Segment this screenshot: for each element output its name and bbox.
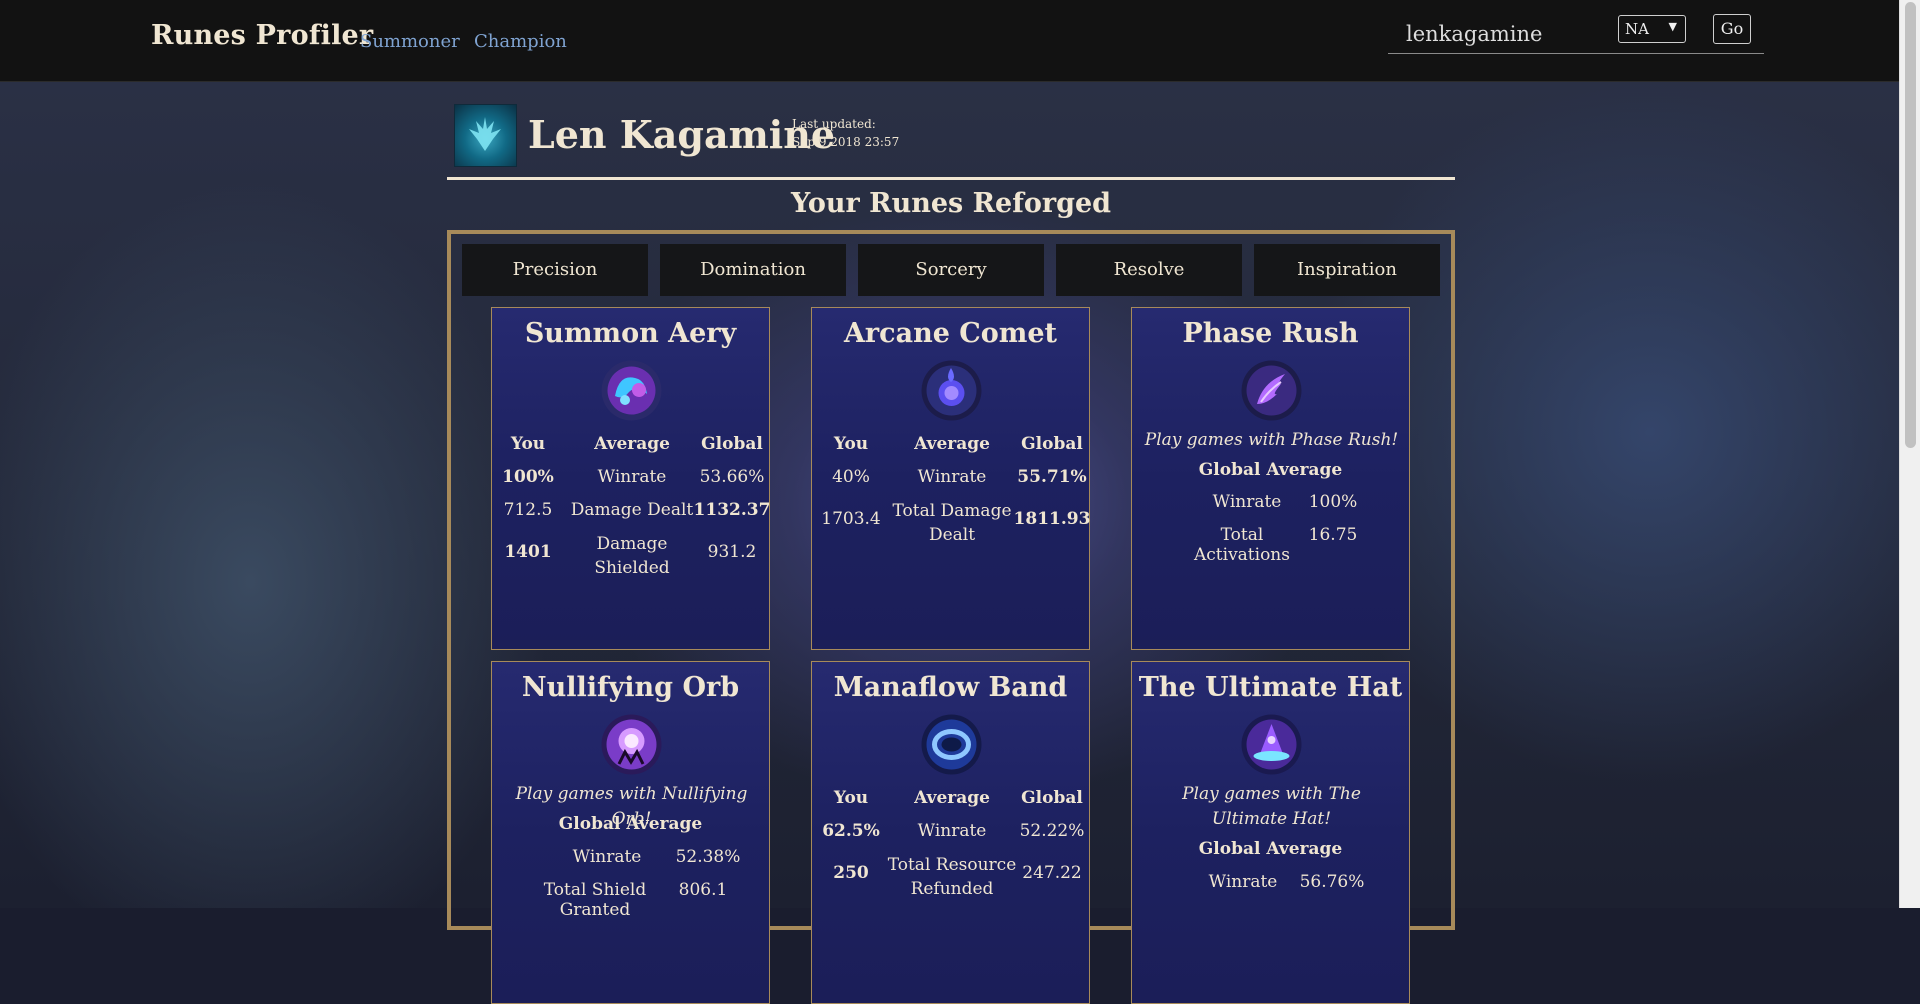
nullifying-orb-icon <box>601 714 662 775</box>
header-global: Global <box>701 434 763 454</box>
nav-link-summoner[interactable]: Summoner <box>360 31 460 52</box>
stat-global: 1811.93 <box>1013 509 1091 529</box>
rune-card-manaflow-band[interactable]: Manaflow Band You Average Global 62.5% W… <box>811 661 1090 1004</box>
stat-label: Winrate <box>917 467 987 487</box>
stat-label: Damage Dealt <box>570 500 694 520</box>
rune-card-title: Nullifying Orb <box>521 672 740 703</box>
stat-global: 52.22% <box>1019 821 1085 841</box>
summoner-search-input[interactable] <box>1388 14 1628 54</box>
avg-stat-label: Winrate <box>1212 492 1282 512</box>
stat-global: 53.66% <box>699 467 765 487</box>
summoner-avatar <box>454 104 517 167</box>
header-average: Average <box>594 434 670 454</box>
manaflow-band-icon <box>921 714 982 775</box>
stat-you: 1703.4 <box>821 509 881 529</box>
tab-domination[interactable]: Domination <box>660 244 846 296</box>
avg-stat-value: 16.75 <box>1308 525 1358 545</box>
stat-global: 1132.37 <box>693 500 771 520</box>
rune-card-title: Arcane Comet <box>843 318 1058 349</box>
stat-label: Winrate <box>597 467 667 487</box>
stat-you: 712.5 <box>503 500 553 520</box>
rune-card-ultimate-hat[interactable]: The Ultimate Hat Play games with The Ult… <box>1131 661 1410 1004</box>
stat-label: Total Resource Refunded <box>887 855 1017 899</box>
stat-label: Winrate <box>917 821 987 841</box>
summon-aery-icon <box>601 360 662 421</box>
rune-card-nullifying-orb[interactable]: Nullifying Orb Play games with Nullifyin… <box>491 661 770 1004</box>
play-games-prompt: Play games with The Ultimate Hat! <box>1182 784 1361 829</box>
rune-card-title: Summon Aery <box>524 318 737 349</box>
rune-card-title: The Ultimate Hat <box>1138 672 1403 703</box>
rune-card-title: Phase Rush <box>1182 318 1359 349</box>
avg-stat-label: Total Shield Granted <box>543 880 647 920</box>
go-button[interactable]: Go <box>1713 14 1751 44</box>
stat-global: 931.2 <box>707 542 757 562</box>
stat-label: Damage Shielded <box>594 534 670 578</box>
tab-sorcery[interactable]: Sorcery <box>858 244 1044 296</box>
last-updated-label: Last updated: <box>792 117 876 131</box>
region-select[interactable]: NA ▼ <box>1618 15 1686 43</box>
rune-card-title: Manaflow Band <box>833 672 1068 703</box>
rune-card-phase-rush[interactable]: Phase Rush Play games with Phase Rush! G… <box>1131 307 1410 650</box>
ultimate-hat-icon <box>1241 714 1302 775</box>
tab-precision[interactable]: Precision <box>462 244 648 296</box>
global-average-label: Global Average <box>1198 839 1343 859</box>
arcane-comet-icon <box>921 360 982 421</box>
header-average: Average <box>914 434 990 454</box>
avg-stat-label: Winrate <box>1208 872 1278 892</box>
phase-rush-icon <box>1241 360 1302 421</box>
avg-stat-value: 52.38% <box>675 847 741 867</box>
stat-you: 100% <box>502 467 554 487</box>
rune-card-arcane-comet[interactable]: Arcane Comet You Average Global 40% Winr… <box>811 307 1090 650</box>
section-title: Your Runes Reforged <box>790 188 1112 219</box>
avg-stat-value: 100% <box>1308 492 1358 512</box>
summoner-name: Len Kagamine <box>528 112 836 157</box>
stat-label: Total Damage Dealt <box>892 501 1012 545</box>
play-games-prompt: Play games with Phase Rush! <box>1144 430 1399 450</box>
top-navbar: Runes Profiler Summoner Champion NA ▼ Go <box>0 0 1900 82</box>
last-updated-value: Sep 9 2018 23:57 <box>792 135 900 149</box>
header-you: You <box>510 434 546 454</box>
stat-global: 55.71% <box>1017 467 1087 487</box>
avg-stat-label: Total Activations <box>1194 525 1290 565</box>
avg-stat-label: Winrate <box>572 847 642 867</box>
brand-logo[interactable]: Runes Profiler <box>151 20 373 51</box>
rune-card-summon-aery[interactable]: Summon Aery You Average Global 100% Winr… <box>491 307 770 650</box>
scrollbar-thumb[interactable] <box>1905 2 1916 448</box>
nav-link-champion[interactable]: Champion <box>474 31 567 52</box>
region-select-value: NA <box>1625 20 1649 38</box>
search-form: NA ▼ Go <box>1388 14 1764 54</box>
avg-stat-value: 806.1 <box>678 880 728 900</box>
tab-inspiration[interactable]: Inspiration <box>1254 244 1440 296</box>
tab-resolve[interactable]: Resolve <box>1056 244 1242 296</box>
header-average: Average <box>914 788 990 808</box>
vertical-scrollbar[interactable] <box>1899 0 1920 908</box>
header-global: Global <box>1021 788 1083 808</box>
global-average-label: Global Average <box>558 814 703 834</box>
avg-stat-value: 56.76% <box>1299 872 1365 892</box>
stat-global: 247.22 <box>1022 863 1082 883</box>
global-average-label: Global Average <box>1198 460 1343 480</box>
caret-down-icon: ▼ <box>1668 20 1677 33</box>
header-divider <box>447 177 1455 180</box>
stat-you: 1401 <box>504 542 552 562</box>
header-global: Global <box>1021 434 1083 454</box>
